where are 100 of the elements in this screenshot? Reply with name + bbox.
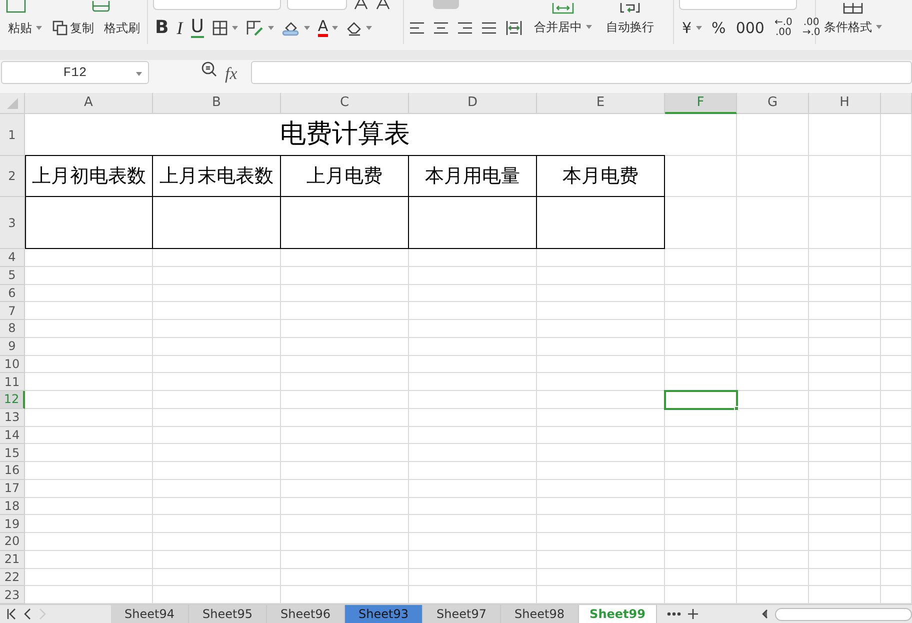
cell[interactable] bbox=[25, 444, 153, 462]
column-header[interactable]: D bbox=[409, 93, 537, 114]
cell[interactable] bbox=[737, 356, 809, 374]
scroll-left-icon[interactable] bbox=[761, 609, 769, 619]
sheet-tab[interactable]: Sheet96 bbox=[267, 605, 345, 623]
cell[interactable] bbox=[281, 373, 409, 391]
cell[interactable] bbox=[153, 533, 281, 551]
cell[interactable] bbox=[809, 197, 881, 249]
column-header[interactable]: G bbox=[737, 93, 809, 114]
sheet-tab[interactable]: Sheet94 bbox=[111, 605, 189, 623]
cell[interactable] bbox=[537, 444, 665, 462]
cell[interactable] bbox=[409, 498, 537, 516]
cell[interactable] bbox=[881, 356, 912, 374]
cell[interactable] bbox=[737, 114, 809, 156]
cell[interactable] bbox=[737, 568, 809, 586]
cell[interactable] bbox=[537, 550, 665, 568]
cell[interactable] bbox=[809, 480, 881, 498]
cell[interactable] bbox=[281, 284, 409, 302]
cell[interactable] bbox=[809, 533, 881, 551]
table-cell[interactable] bbox=[25, 197, 153, 249]
cell[interactable] bbox=[809, 302, 881, 320]
cell[interactable] bbox=[665, 320, 737, 338]
font-grow-icon[interactable] bbox=[353, 0, 369, 10]
column-header[interactable]: E bbox=[537, 93, 665, 114]
cell[interactable] bbox=[537, 568, 665, 586]
cell[interactable] bbox=[665, 444, 737, 462]
cell[interactable] bbox=[25, 249, 153, 267]
cell[interactable] bbox=[537, 266, 665, 284]
cell[interactable] bbox=[881, 197, 912, 249]
cell[interactable] bbox=[809, 408, 881, 426]
cell[interactable] bbox=[153, 480, 281, 498]
cell[interactable] bbox=[737, 338, 809, 356]
cell[interactable] bbox=[881, 266, 912, 284]
cell[interactable] bbox=[665, 533, 737, 551]
table-cell[interactable] bbox=[281, 197, 409, 249]
cell[interactable] bbox=[881, 498, 912, 516]
cell[interactable] bbox=[665, 156, 737, 197]
cell[interactable] bbox=[153, 356, 281, 374]
row-header[interactable]: 22 bbox=[0, 568, 25, 586]
italic-button[interactable]: I bbox=[174, 16, 185, 40]
font-color-button[interactable]: A bbox=[316, 16, 340, 40]
row-header[interactable]: 10 bbox=[0, 356, 25, 374]
cell[interactable] bbox=[809, 338, 881, 356]
cell[interactable] bbox=[409, 391, 537, 409]
cell[interactable] bbox=[281, 515, 409, 533]
column-header[interactable]: H bbox=[809, 93, 881, 114]
cell[interactable] bbox=[25, 568, 153, 586]
number-format-field[interactable] bbox=[679, 0, 797, 10]
cell[interactable] bbox=[737, 391, 809, 409]
cell[interactable] bbox=[881, 114, 912, 156]
cell[interactable] bbox=[665, 338, 737, 356]
text-wrap-icon[interactable] bbox=[618, 3, 642, 15]
cell[interactable] bbox=[737, 156, 809, 197]
cell[interactable] bbox=[809, 498, 881, 516]
cell[interactable] bbox=[537, 462, 665, 480]
cell[interactable] bbox=[665, 568, 737, 586]
row-header[interactable]: 11 bbox=[0, 373, 25, 391]
horizontal-scrollbar[interactable] bbox=[775, 608, 912, 620]
cell[interactable] bbox=[153, 550, 281, 568]
cell[interactable] bbox=[809, 156, 881, 197]
cell[interactable] bbox=[665, 249, 737, 267]
cell[interactable] bbox=[409, 356, 537, 374]
cell[interactable] bbox=[665, 284, 737, 302]
cell[interactable] bbox=[665, 498, 737, 516]
cell[interactable] bbox=[409, 515, 537, 533]
cell[interactable] bbox=[409, 249, 537, 267]
cell[interactable] bbox=[25, 426, 153, 444]
cell[interactable] bbox=[737, 426, 809, 444]
cell[interactable] bbox=[881, 302, 912, 320]
paint-brush-icon[interactable] bbox=[91, 1, 111, 13]
cell[interactable] bbox=[153, 284, 281, 302]
cell[interactable] bbox=[881, 373, 912, 391]
cell[interactable] bbox=[153, 320, 281, 338]
row-header[interactable]: 23 bbox=[0, 586, 25, 604]
font-name-field[interactable] bbox=[153, 0, 281, 10]
row-header[interactable]: 2 bbox=[0, 156, 25, 197]
cell[interactable] bbox=[881, 550, 912, 568]
cell[interactable] bbox=[809, 249, 881, 267]
underline-button[interactable]: U bbox=[188, 16, 206, 40]
cell[interactable] bbox=[881, 515, 912, 533]
table-cell[interactable] bbox=[153, 197, 281, 249]
row-header[interactable]: 17 bbox=[0, 480, 25, 498]
cell[interactable] bbox=[665, 356, 737, 374]
cell[interactable] bbox=[25, 302, 153, 320]
cell[interactable] bbox=[737, 197, 809, 249]
cell[interactable] bbox=[281, 533, 409, 551]
cell[interactable] bbox=[537, 356, 665, 374]
row-header[interactable]: 14 bbox=[0, 426, 25, 444]
cell[interactable] bbox=[737, 320, 809, 338]
number-format-button[interactable]: ¥ bbox=[679, 16, 705, 40]
cell[interactable] bbox=[25, 338, 153, 356]
bold-button[interactable]: B bbox=[153, 16, 171, 40]
cell[interactable] bbox=[881, 462, 912, 480]
cell[interactable] bbox=[153, 302, 281, 320]
row-header[interactable]: 3 bbox=[0, 197, 25, 249]
row-header[interactable]: 9 bbox=[0, 338, 25, 356]
sheet-tab[interactable]: Sheet99 bbox=[579, 605, 657, 623]
row-header[interactable]: 15 bbox=[0, 444, 25, 462]
cell[interactable] bbox=[409, 408, 537, 426]
cell[interactable] bbox=[409, 284, 537, 302]
